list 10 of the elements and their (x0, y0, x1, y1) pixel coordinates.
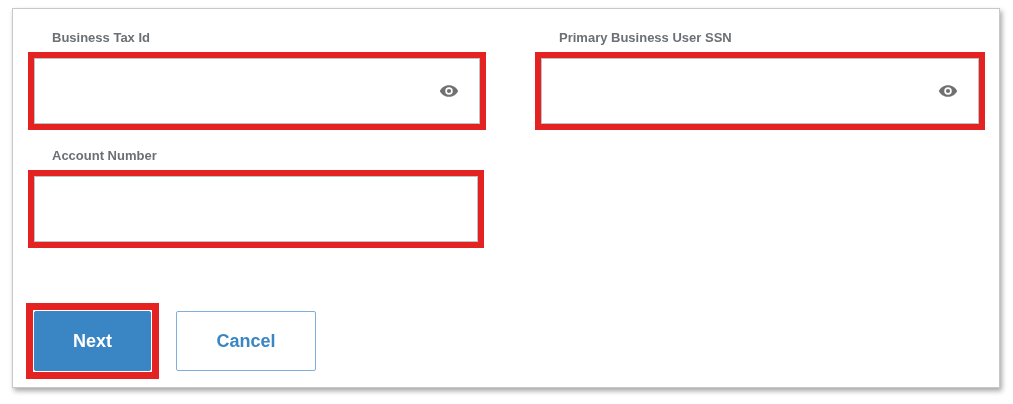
eye-icon[interactable] (938, 84, 958, 98)
eye-icon[interactable] (439, 84, 459, 98)
field-label: Primary Business User SSN (559, 29, 733, 47)
next-button[interactable]: Next (34, 311, 151, 371)
field-label: Account Number (52, 147, 158, 165)
input-field[interactable] (541, 58, 979, 124)
field-label: Business Tax Id (52, 29, 151, 47)
cancel-button[interactable]: Cancel (176, 311, 316, 371)
input-field[interactable] (34, 176, 478, 242)
input-field[interactable] (34, 58, 480, 124)
